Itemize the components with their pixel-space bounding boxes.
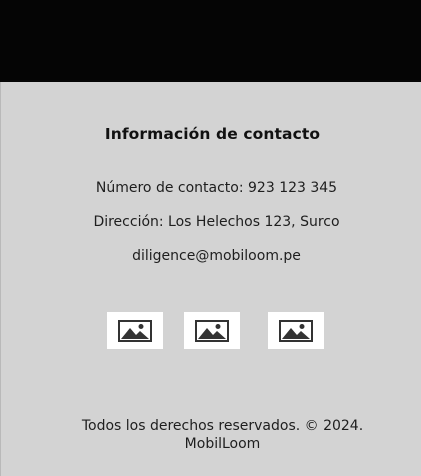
image-placeholder-1[interactable] (107, 312, 163, 349)
image-placeholder-3[interactable] (268, 312, 324, 349)
image-placeholder-2[interactable] (184, 312, 240, 349)
image-placeholder-icon (195, 319, 229, 342)
contact-title: Información de contacto (104, 125, 321, 143)
contact-address: Dirección: Los Helechos 123, Surco (93, 214, 340, 230)
contact-phone: Número de contacto: 923 123 345 (95, 180, 338, 196)
image-placeholder-icon (279, 319, 313, 342)
footer-copyright: Todos los derechos reservados. © 2024. M… (81, 418, 364, 452)
top-bar (0, 0, 421, 82)
image-placeholder-icon (118, 319, 152, 342)
contact-email: diligence@mobiloom.pe (132, 248, 301, 264)
